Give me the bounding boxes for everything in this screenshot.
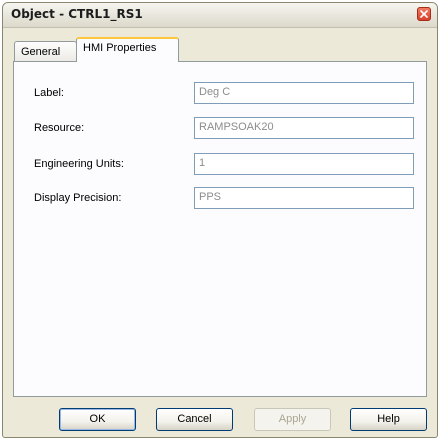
resource-field[interactable]: RAMPSOAK20 bbox=[194, 117, 414, 139]
hmi-properties-panel: Label: Deg C Resource: RAMPSOAK20 Engine… bbox=[13, 61, 427, 397]
tab-general-label: General bbox=[21, 46, 61, 58]
apply-button[interactable]: Apply bbox=[254, 408, 331, 431]
tab-hmi-properties[interactable]: HMI Properties bbox=[76, 37, 179, 62]
close-button[interactable] bbox=[417, 7, 431, 21]
label-field[interactable]: Deg C bbox=[194, 82, 414, 104]
window-title: Object - CTRL1_RS1 bbox=[11, 7, 143, 21]
label-field-label: Label: bbox=[34, 87, 64, 99]
display-precision-field[interactable]: PPS bbox=[194, 187, 414, 209]
resource-field-label: Resource: bbox=[34, 122, 85, 134]
cancel-button[interactable]: Cancel bbox=[156, 408, 233, 431]
engineering-units-field[interactable]: 1 bbox=[194, 153, 414, 175]
engineering-units-field-label: Engineering Units: bbox=[34, 158, 124, 170]
ok-button[interactable]: OK bbox=[59, 408, 136, 431]
close-icon bbox=[420, 10, 428, 18]
title-bar[interactable]: Object - CTRL1_RS1 bbox=[3, 3, 437, 28]
display-precision-field-label: Display Precision: bbox=[34, 192, 122, 204]
tab-hmi-properties-label: HMI Properties bbox=[83, 42, 157, 54]
object-dialog: Object - CTRL1_RS1 General HMI Propertie… bbox=[2, 2, 438, 438]
tab-general[interactable]: General bbox=[14, 41, 77, 61]
help-button[interactable]: Help bbox=[350, 408, 427, 431]
